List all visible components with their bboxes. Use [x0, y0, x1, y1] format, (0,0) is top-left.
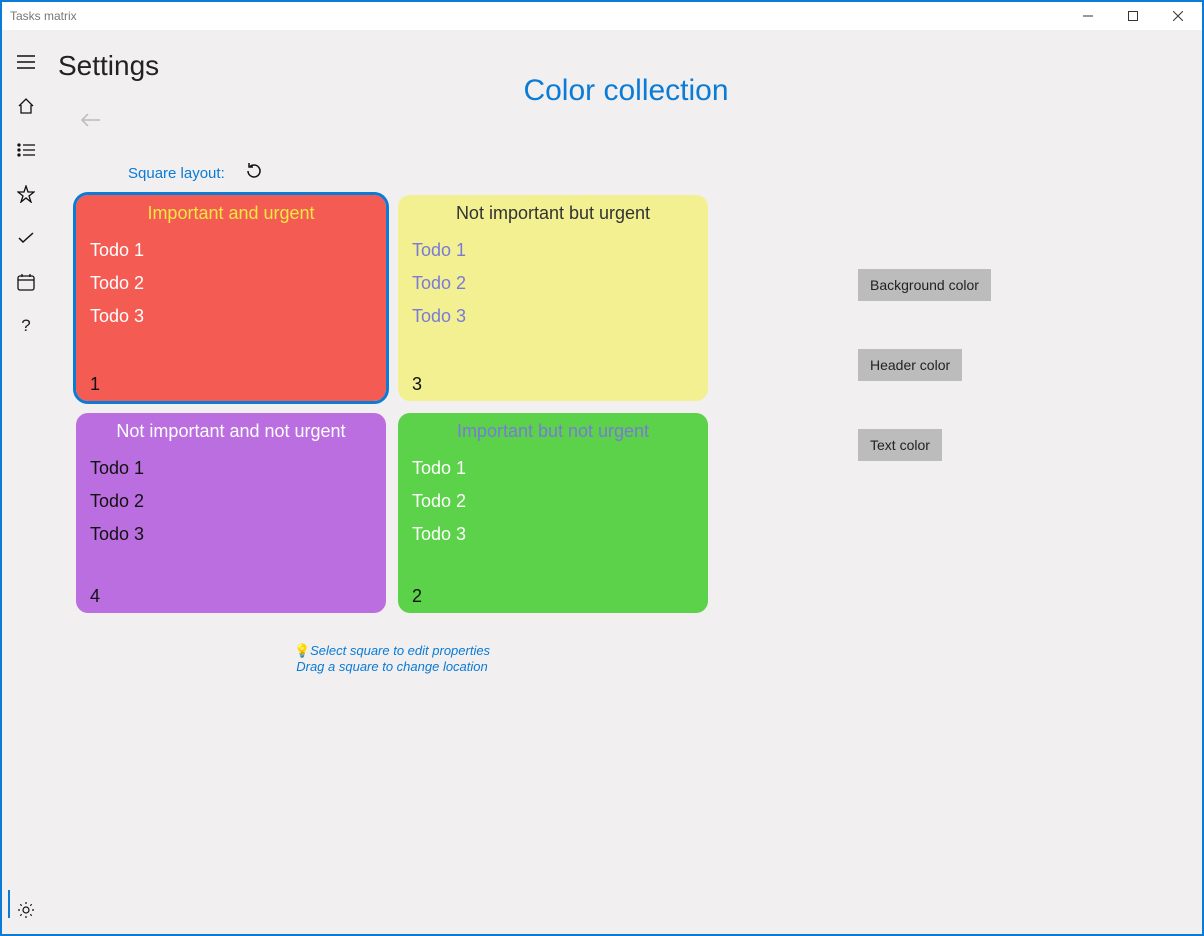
- window-controls: [1065, 2, 1200, 30]
- title-bar: Tasks matrix: [0, 0, 1204, 30]
- hamburger-icon[interactable]: [14, 50, 38, 74]
- maximize-button[interactable]: [1110, 2, 1155, 30]
- square-3[interactable]: Not important but urgent Todo 1 Todo 2 Todo…: [398, 195, 708, 401]
- reset-layout-icon[interactable]: [245, 162, 263, 185]
- help-icon[interactable]: ?: [14, 314, 38, 338]
- gear-icon[interactable]: [14, 898, 38, 922]
- minimize-button[interactable]: [1065, 2, 1110, 30]
- header-color-button[interactable]: Header color: [858, 349, 962, 381]
- hint-line-2: Drag a square to change location: [76, 659, 708, 674]
- main-pane: Settings Color collection Square layout:…: [50, 30, 1202, 934]
- square-item: Todo 2: [90, 491, 372, 512]
- square-title: Not important and not urgent: [90, 421, 372, 442]
- window-title: Tasks matrix: [10, 9, 77, 23]
- star-icon[interactable]: [14, 182, 38, 206]
- close-button[interactable]: [1155, 2, 1200, 30]
- square-title: Not important but urgent: [412, 203, 694, 224]
- square-number: 3: [412, 374, 422, 395]
- page-title: Color collection: [50, 74, 1202, 108]
- rail-active-indicator: [8, 890, 10, 918]
- square-item: Todo 1: [412, 458, 694, 479]
- squares-grid: Important and urgent Todo 1 Todo 2 Todo 3 1 N…: [76, 195, 708, 613]
- square-1[interactable]: Important and urgent Todo 1 Todo 2 Todo 3 1: [76, 195, 386, 401]
- nav-rail: ?: [2, 30, 50, 934]
- square-number: 2: [412, 586, 422, 607]
- square-item: Todo 3: [412, 306, 694, 327]
- square-item: Todo 2: [412, 491, 694, 512]
- client-area: ? Settings Color collection Square layou…: [0, 30, 1204, 936]
- calendar-icon[interactable]: [14, 270, 38, 294]
- bulb-icon: 💡: [294, 643, 310, 658]
- square-title: Important and urgent: [90, 203, 372, 224]
- layout-label: Square layout:: [128, 165, 225, 182]
- square-item: Todo 1: [90, 458, 372, 479]
- list-icon[interactable]: [14, 138, 38, 162]
- square-item: Todo 2: [90, 273, 372, 294]
- hint-line-1: Select square to edit properties: [310, 643, 490, 658]
- square-item: Todo 3: [90, 306, 372, 327]
- square-number: 1: [90, 374, 100, 395]
- square-item: Todo 1: [412, 240, 694, 261]
- square-item: Todo 3: [90, 524, 372, 545]
- home-icon[interactable]: [14, 94, 38, 118]
- square-item: Todo 3: [412, 524, 694, 545]
- square-item: Todo 1: [90, 240, 372, 261]
- back-arrow-icon[interactable]: [80, 112, 102, 133]
- square-item: Todo 2: [412, 273, 694, 294]
- check-icon[interactable]: [14, 226, 38, 250]
- text-color-button[interactable]: Text color: [858, 429, 942, 461]
- square-title: Important but not urgent: [412, 421, 694, 442]
- hints: 💡Select square to edit properties Drag a…: [76, 643, 708, 674]
- square-2[interactable]: Important but not urgent Todo 1 Todo 2 Todo…: [398, 413, 708, 613]
- color-buttons: Background color Header color Text color: [858, 269, 991, 461]
- background-color-button[interactable]: Background color: [858, 269, 991, 301]
- square-number: 4: [90, 586, 100, 607]
- square-4[interactable]: Not important and not urgent Todo 1 Todo 2…: [76, 413, 386, 613]
